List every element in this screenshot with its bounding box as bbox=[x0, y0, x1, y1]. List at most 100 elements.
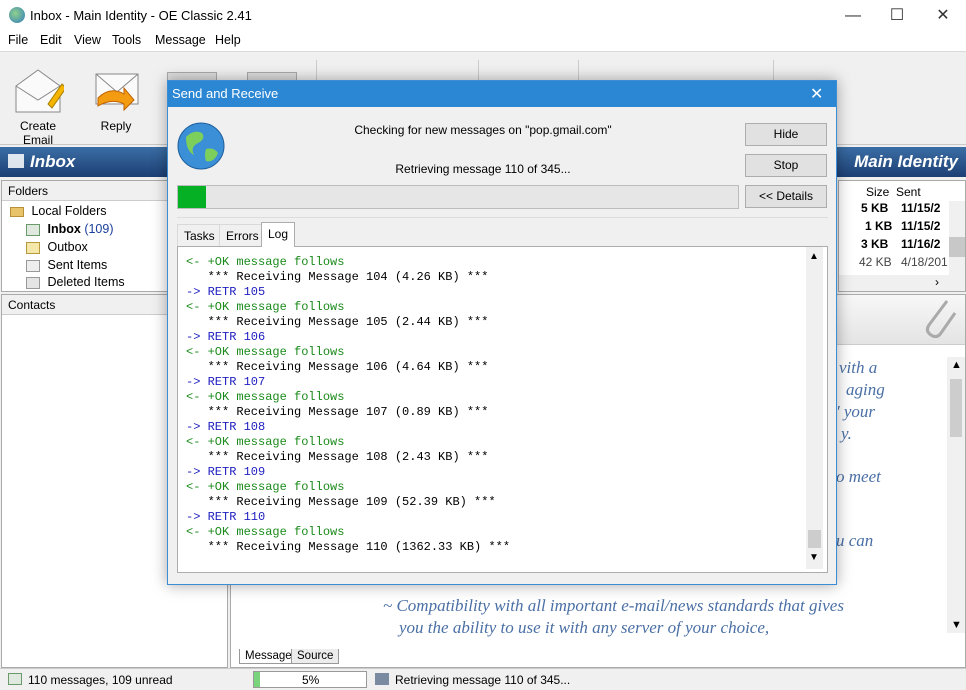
status-message-count: 110 messages, 109 unread bbox=[28, 673, 173, 687]
menu-message[interactable]: Message bbox=[155, 33, 206, 47]
log-line: -> RETR 110 bbox=[186, 510, 266, 524]
preview-fragment: aging bbox=[846, 380, 885, 399]
tab-log[interactable]: Log bbox=[261, 222, 296, 247]
row-sent: 11/15/2 bbox=[901, 201, 941, 215]
status-progress-fill bbox=[254, 672, 260, 687]
log-line: -> RETR 106 bbox=[186, 330, 266, 344]
log-line: -> RETR 107 bbox=[186, 375, 266, 389]
folder-outbox[interactable]: Outbox bbox=[26, 240, 88, 254]
menu-bar: File Edit View Tools Message Help bbox=[0, 31, 966, 51]
folder-deleted-label: Deleted Items bbox=[47, 275, 125, 289]
preview-fragment: vith a bbox=[839, 358, 878, 377]
status-bar: 110 messages, 109 unread 5% Retrieving m… bbox=[0, 668, 966, 690]
close-button[interactable]: ✕ bbox=[920, 0, 966, 31]
folder-local-label: Local Folders bbox=[31, 204, 107, 218]
log-line: -> RETR 109 bbox=[186, 465, 266, 479]
attachment-paperclip-icon[interactable] bbox=[919, 297, 959, 341]
inbox-icon bbox=[8, 154, 24, 168]
log-line: <- +OK message follows bbox=[186, 300, 345, 314]
create-email-label: Create Email bbox=[19, 119, 57, 147]
preview-fragment: y. bbox=[841, 424, 852, 443]
reply-button[interactable]: Reply bbox=[86, 64, 146, 133]
log-line: <- +OK message follows bbox=[186, 525, 345, 539]
preview-text-line: ~ Compatibility with all important e-mai… bbox=[383, 596, 844, 615]
tab-message[interactable]: Message bbox=[239, 649, 298, 664]
log-line: *** Receiving Message 106 (4.64 KB) *** bbox=[186, 360, 489, 374]
banner-identity-name: Main Identity bbox=[854, 152, 958, 171]
folder-inbox-count: (109) bbox=[84, 222, 114, 236]
dialog-title-bar: Send and Receive ✕ bbox=[168, 81, 836, 107]
dialog-title: Send and Receive bbox=[172, 86, 279, 101]
horizontal-scrollbar[interactable]: › bbox=[839, 275, 965, 291]
maximize-button[interactable]: ☐ bbox=[874, 0, 920, 31]
tab-source[interactable]: Source bbox=[291, 649, 340, 664]
title-bar: Inbox - Main Identity - OE Classic 2.41 … bbox=[0, 0, 966, 31]
folder-sent[interactable]: Sent Items bbox=[26, 258, 107, 272]
server-icon bbox=[375, 673, 389, 685]
preview-text-line: you the ability to use it with any serve… bbox=[399, 618, 770, 637]
scrollbar-thumb[interactable] bbox=[949, 237, 965, 257]
folder-outbox-label: Outbox bbox=[47, 240, 88, 254]
scroll-up-icon[interactable]: ▲ bbox=[809, 251, 819, 262]
preview-fragment: u can bbox=[836, 531, 874, 550]
log-content: <- +OK message follows *** Receiving Mes… bbox=[186, 255, 510, 555]
create-email-button[interactable]: Create Email bbox=[4, 64, 72, 147]
details-button[interactable]: << Details bbox=[745, 185, 827, 208]
log-line: *** Receiving Message 110 (1362.33 KB) *… bbox=[186, 540, 511, 554]
send-receive-dialog: Send and Receive ✕ Checking for new mess… bbox=[167, 80, 837, 585]
column-sent[interactable]: Sent bbox=[896, 185, 921, 199]
menu-edit[interactable]: Edit bbox=[40, 33, 62, 47]
dialog-close-icon[interactable]: ✕ bbox=[810, 84, 823, 104]
reply-label: Reply bbox=[100, 119, 132, 133]
log-panel: <- +OK message follows *** Receiving Mes… bbox=[177, 246, 828, 573]
log-line: <- +OK message follows bbox=[186, 390, 345, 404]
log-scrollbar[interactable]: ▲ ▼ bbox=[806, 247, 823, 569]
tab-tasks[interactable]: Tasks bbox=[177, 224, 222, 246]
status-percent: 5% bbox=[302, 673, 320, 687]
stop-button[interactable]: Stop bbox=[745, 154, 827, 177]
scrollbar-thumb[interactable] bbox=[808, 530, 821, 548]
preview-fragment: ' your bbox=[836, 402, 876, 421]
folder-local[interactable]: Local Folders bbox=[10, 204, 107, 218]
tab-errors[interactable]: Errors bbox=[219, 224, 266, 246]
log-line: *** Receiving Message 105 (2.44 KB) *** bbox=[186, 315, 489, 329]
folder-icon bbox=[10, 206, 24, 217]
log-line: -> RETR 105 bbox=[186, 285, 266, 299]
minimize-button[interactable]: — bbox=[830, 0, 876, 31]
reply-envelope-icon bbox=[95, 73, 139, 112]
globe-icon bbox=[177, 122, 225, 170]
log-line: <- +OK message follows bbox=[186, 345, 345, 359]
toolbar-empty-area bbox=[838, 60, 966, 140]
progress-bar bbox=[177, 185, 739, 209]
scroll-down-icon[interactable]: ▼ bbox=[951, 619, 962, 631]
scroll-down-icon[interactable]: ▼ bbox=[809, 552, 819, 563]
hide-button[interactable]: Hide bbox=[745, 123, 827, 146]
envelope-pencil-icon bbox=[15, 69, 67, 113]
status-progress: 5% bbox=[253, 671, 367, 688]
scroll-right-icon[interactable]: › bbox=[935, 275, 939, 289]
outbox-icon bbox=[26, 241, 40, 254]
preview-fragment: o meet bbox=[836, 467, 881, 486]
log-line: *** Receiving Message 104 (4.26 KB) *** bbox=[186, 270, 489, 284]
window-title: Inbox - Main Identity - OE Classic 2.41 bbox=[30, 8, 252, 23]
preview-scrollbar[interactable]: ▲ ▼ bbox=[947, 357, 965, 633]
row-size: 42 KB bbox=[859, 255, 892, 269]
menu-tools[interactable]: Tools bbox=[112, 33, 141, 47]
menu-file[interactable]: File bbox=[8, 33, 28, 47]
row-sent: 11/15/2 bbox=[901, 219, 941, 233]
retrieving-label: Retrieving message 110 of 345... bbox=[395, 162, 571, 176]
menu-view[interactable]: View bbox=[74, 33, 101, 47]
inbox-status-icon bbox=[8, 673, 22, 685]
folder-sent-label: Sent Items bbox=[47, 258, 108, 272]
scroll-up-icon[interactable]: ▲ bbox=[951, 359, 962, 371]
folder-deleted[interactable]: Deleted Items bbox=[26, 275, 125, 289]
app-globe-icon bbox=[9, 7, 25, 23]
folder-inbox-label: Inbox bbox=[47, 222, 81, 236]
log-line: *** Receiving Message 107 (0.89 KB) *** bbox=[186, 405, 489, 419]
folder-inbox[interactable]: Inbox (109) bbox=[26, 222, 114, 236]
column-size[interactable]: Size bbox=[866, 185, 889, 199]
trash-icon bbox=[26, 276, 40, 289]
menu-help[interactable]: Help bbox=[215, 33, 241, 47]
banner-folder-name: Inbox bbox=[30, 152, 76, 171]
scrollbar-thumb[interactable] bbox=[950, 379, 962, 437]
